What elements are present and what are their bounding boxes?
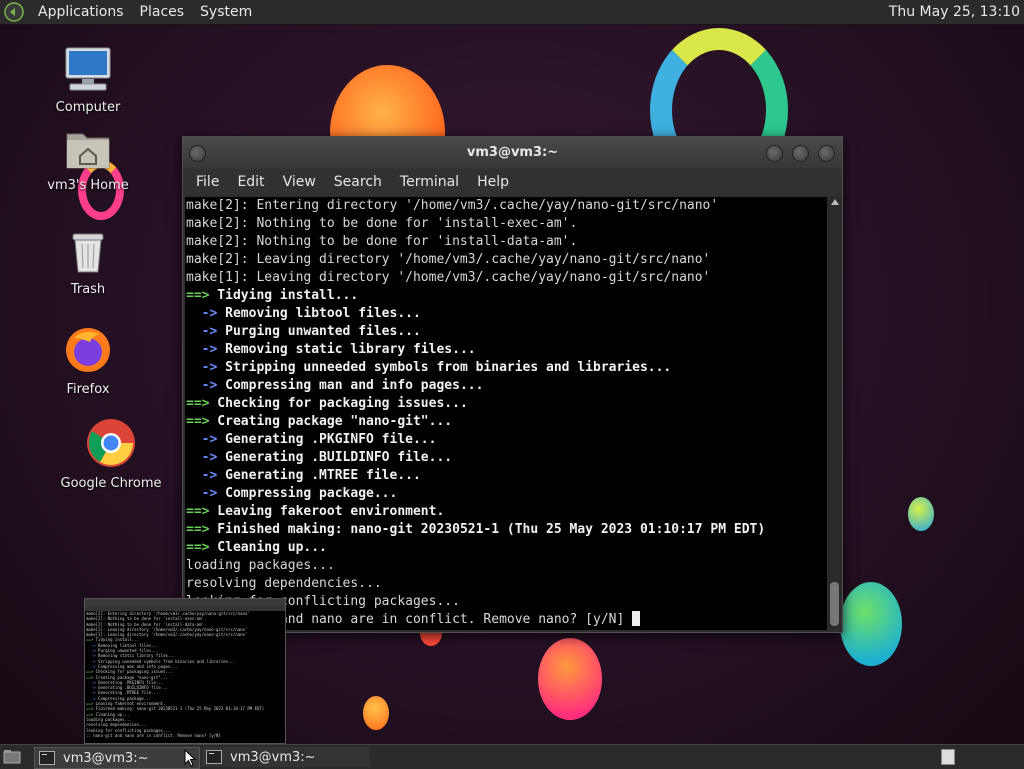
desktop-icon-home[interactable]: vm3's Home <box>33 128 143 193</box>
desktop-icon-computer[interactable]: Computer <box>33 46 143 115</box>
terminal-line: loading packages... <box>186 558 335 573</box>
preview-line: :: nano-git and nano are in conflict. Re… <box>86 732 224 738</box>
terminal-line: make[2]: Entering directory '/home/vm3/.… <box>186 198 719 213</box>
workspace-switcher[interactable] <box>941 749 955 765</box>
terminal-line: -> Generating .PKGINFO file... <box>186 432 437 447</box>
home-folder-icon <box>66 133 110 169</box>
chrome-icon <box>87 419 135 467</box>
taskbar-item-label: vm3@vm3:~ <box>63 750 149 766</box>
terminal-line: -> Compressing package... <box>186 486 398 501</box>
terminal-line: resolving dependencies... <box>186 576 382 591</box>
wallpaper-balloon-pink <box>538 638 602 720</box>
terminal-line: -> Removing libtool files... <box>186 306 421 321</box>
terminal-line: ==> Finished making: nano-git 20230521-1… <box>186 522 766 537</box>
terminal-line: ==> Tidying install... <box>186 288 359 303</box>
window-titlebar[interactable]: vm3@vm3:~ <box>183 137 842 169</box>
terminal-line: -> Compressing man and info pages... <box>186 378 484 393</box>
terminal-menubar: File Edit View Search Terminal Help <box>183 169 842 195</box>
menu-applications[interactable]: Applications <box>30 0 132 24</box>
wallpaper-balloon-green <box>840 582 902 666</box>
preview-titlebar <box>85 599 285 606</box>
scrollbar-thumb[interactable] <box>830 582 839 626</box>
menu-terminal[interactable]: Terminal <box>391 174 468 190</box>
terminal-scrollbar[interactable] <box>828 197 841 630</box>
terminal-line: ==> Checking for packaging issues... <box>186 396 468 411</box>
maximize-button[interactable] <box>792 145 809 162</box>
clock[interactable]: Thu May 25, 13:10 <box>889 0 1020 24</box>
close-button[interactable] <box>818 145 835 162</box>
desktop-icon-label: Firefox <box>66 382 110 397</box>
menu-file[interactable]: File <box>187 174 228 190</box>
terminal-line: -> Stripping unneeded symbols from binar… <box>186 360 672 375</box>
firefox-icon <box>66 328 110 372</box>
terminal-line: make[2]: Leaving directory '/home/vm3/.c… <box>186 252 711 267</box>
desktop-icon-chrome[interactable]: Google Chrome <box>56 418 166 491</box>
desktop-icon-label: Computer <box>55 100 121 115</box>
terminal-line: ==> Leaving fakeroot environment. <box>186 504 445 519</box>
desktop-icon-label: Google Chrome <box>60 476 162 491</box>
desktop-icon-label: Trash <box>70 282 106 297</box>
terminal-line: ==> Cleaning up... <box>186 540 327 555</box>
terminal-line: make[1]: Leaving directory '/home/vm3/.c… <box>186 270 711 285</box>
terminal-icon <box>39 751 55 765</box>
minimize-button[interactable] <box>766 145 783 162</box>
wallpaper-balloon-small <box>363 696 389 730</box>
scroll-up-arrow-icon[interactable] <box>831 199 839 205</box>
terminal-line: -> Purging unwanted files... <box>186 324 421 339</box>
window-preview-thumbnail[interactable]: make[2]: Entering directory '/home/vm3/.… <box>84 598 286 744</box>
menu-help[interactable]: Help <box>468 174 518 190</box>
mouse-pointer-icon <box>184 749 196 767</box>
terminal-line: -> Generating .MTREE file... <box>186 468 421 483</box>
taskbar-item-label: vm3@vm3:~ <box>230 749 316 765</box>
terminal-line: -> Generating .BUILDINFO file... <box>186 450 453 465</box>
preview-terminal-output: make[2]: Entering directory '/home/vm3/.… <box>85 611 285 738</box>
terminal-line: make[2]: Nothing to be done for 'install… <box>186 234 578 249</box>
computer-icon <box>65 47 111 91</box>
terminal-icon <box>206 750 222 764</box>
desktop-icon-firefox[interactable]: Firefox <box>33 326 143 397</box>
menu-places[interactable]: Places <box>132 0 193 24</box>
text-cursor <box>632 611 641 626</box>
bottom-panel: vm3@vm3:~ vm3@vm3:~ <box>0 744 1024 769</box>
terminal-output[interactable]: make[2]: Entering directory '/home/vm3/.… <box>185 197 827 630</box>
menu-system[interactable]: System <box>192 0 260 24</box>
menu-view[interactable]: View <box>274 174 325 190</box>
trash-icon <box>72 233 104 273</box>
window-title: vm3@vm3:~ <box>466 145 559 160</box>
taskbar-item-terminal-1[interactable]: vm3@vm3:~ <box>34 747 200 769</box>
terminal-line: -> Removing static library files... <box>186 342 476 357</box>
desktop-icon-label: vm3's Home <box>47 178 129 193</box>
show-desktop-icon[interactable] <box>3 749 21 765</box>
menu-search[interactable]: Search <box>325 174 391 190</box>
menu-edit[interactable]: Edit <box>228 174 273 190</box>
wallpaper-balloon-tiny <box>908 497 934 531</box>
distro-logo-icon[interactable] <box>4 2 24 22</box>
desktop-icon-trash[interactable]: Trash <box>33 230 143 297</box>
terminal-line: make[2]: Nothing to be done for 'install… <box>186 216 578 231</box>
taskbar-item-terminal-2[interactable]: vm3@vm3:~ <box>202 747 370 767</box>
terminal-window[interactable]: vm3@vm3:~ File Edit View Search Terminal… <box>182 136 843 633</box>
top-panel: Applications Places System Thu May 25, 1… <box>0 0 1024 25</box>
terminal-line: ==> Creating package "nano-git"... <box>186 414 453 429</box>
